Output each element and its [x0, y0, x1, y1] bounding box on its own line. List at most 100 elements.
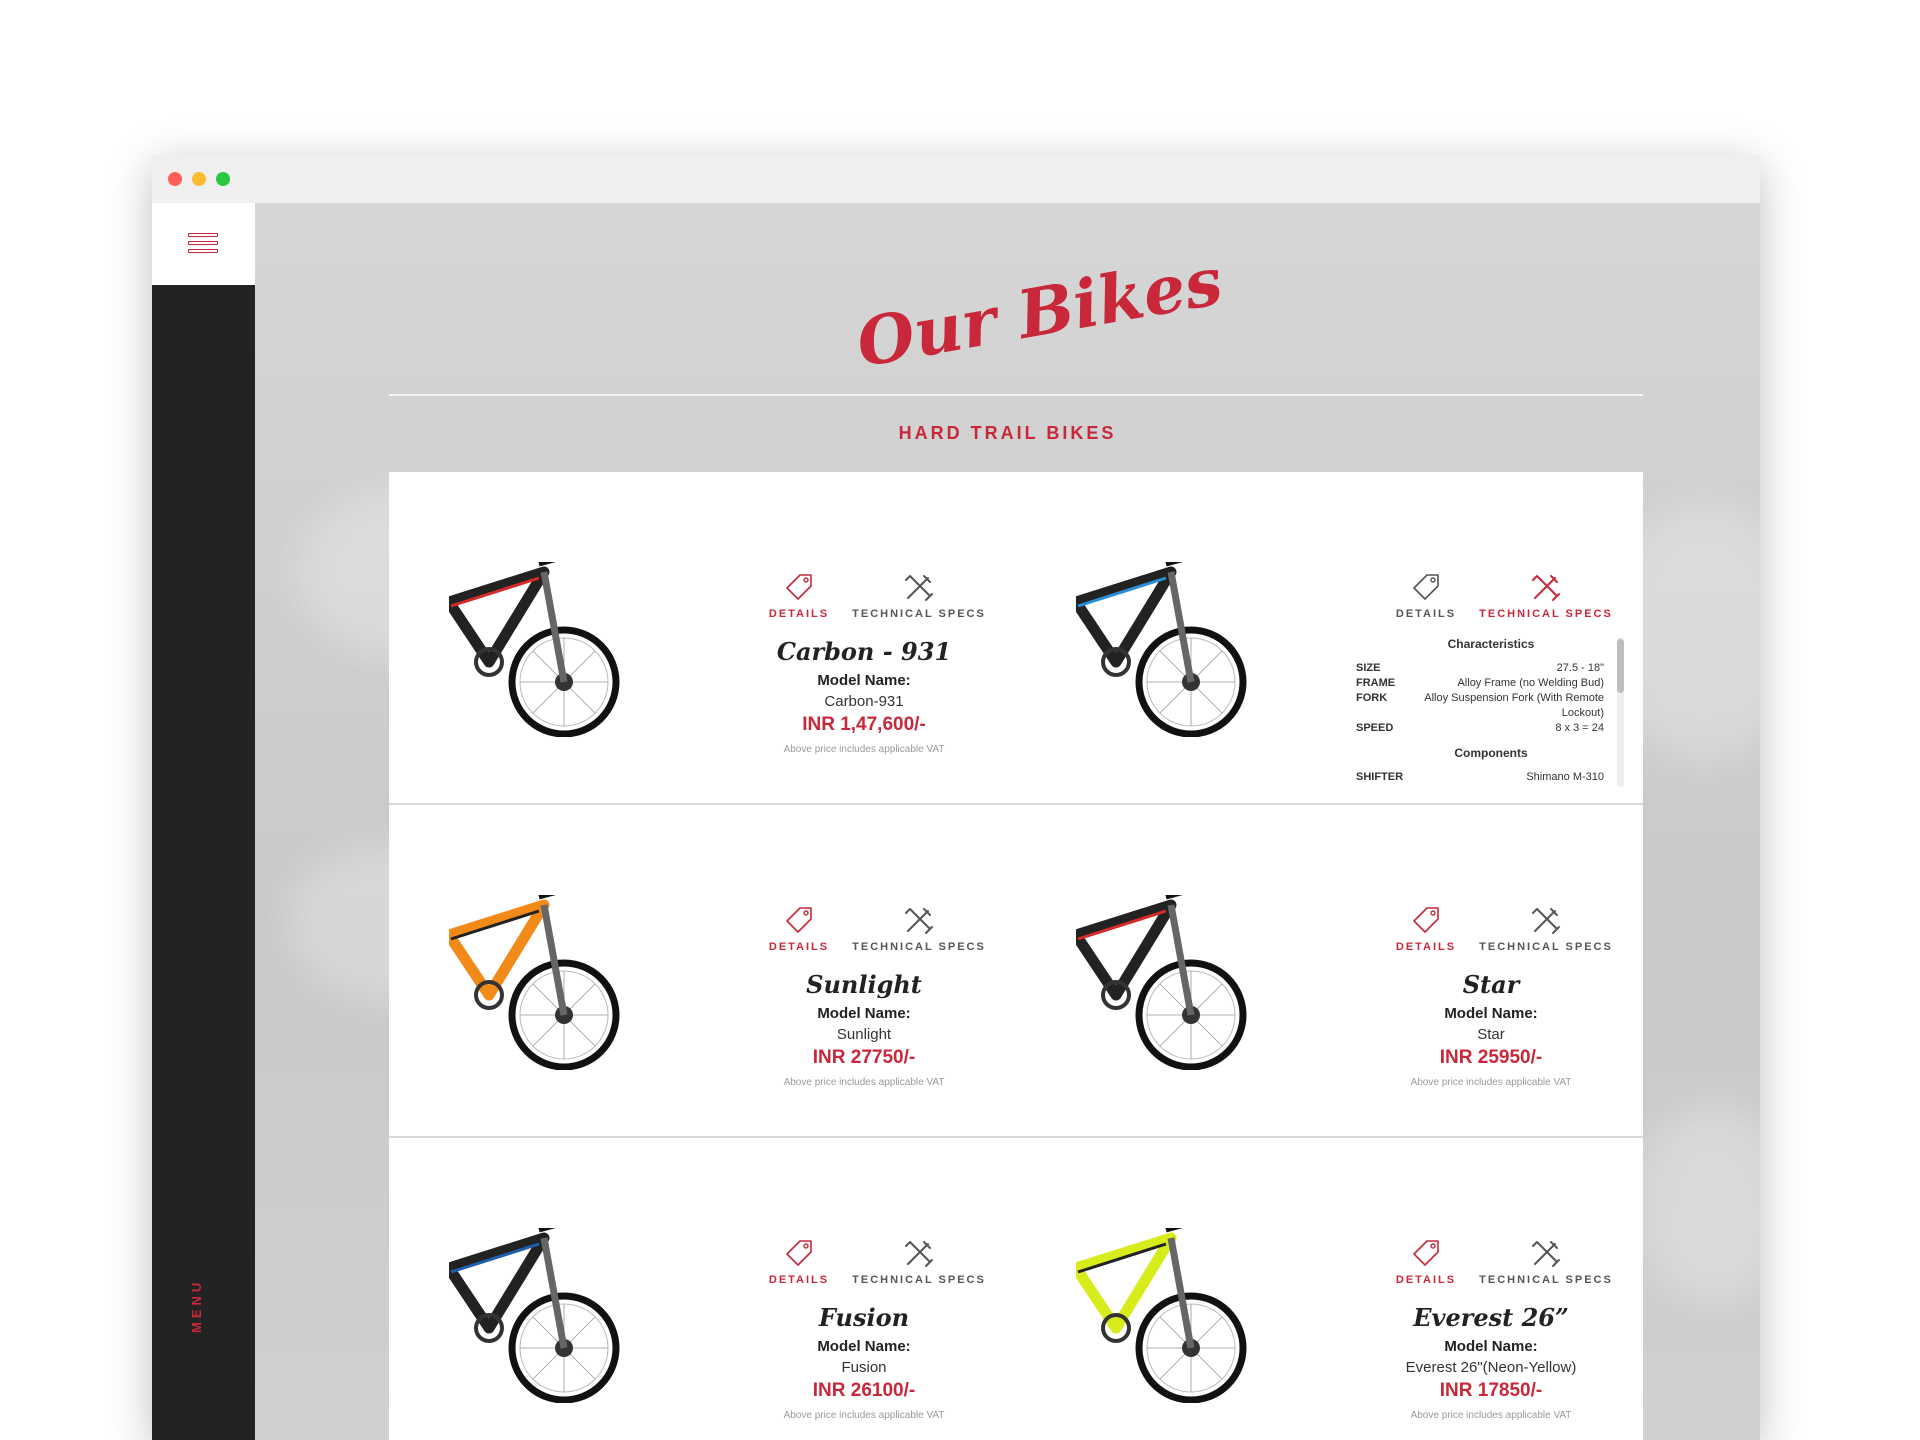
- bike-details: Star Model Name: Star INR 25950/- Above pric…: [1376, 970, 1606, 1088]
- tools-icon: [849, 572, 989, 602]
- bike-name: Carbon - 931: [776, 637, 952, 666]
- bike-tabs: DETAILS TECHNICAL SPECS: [1391, 1238, 1621, 1288]
- model-name-value: Everest 26"(Neon-Yellow): [1405, 1359, 1577, 1376]
- tab-specs-label: TECHNICAL SPECS: [852, 608, 986, 620]
- vat-note: Above price includes applicable VAT: [1410, 1077, 1572, 1088]
- tools-icon: [1476, 1238, 1616, 1268]
- bike-tabs: DETAILS TECHNICAL SPECS: [764, 1238, 994, 1288]
- tab-details-label: DETAILS: [1395, 941, 1457, 953]
- spec-key: SHIFTER: [1356, 771, 1404, 783]
- section-title: HARD TRAIL BIKES: [898, 423, 1117, 443]
- tab-details-label: DETAILS: [1395, 608, 1457, 620]
- bike-price: INR 27750/-: [812, 1047, 916, 1068]
- tab-details[interactable]: DETAILS: [1391, 1238, 1461, 1286]
- tab-details-label: DETAILS: [768, 1274, 830, 1286]
- tab-details[interactable]: DETAILS: [764, 1238, 834, 1286]
- tab-technical-specs[interactable]: TECHNICAL SPECS: [1476, 905, 1616, 953]
- specs-scroll-thumb[interactable]: [1617, 639, 1624, 693]
- model-name-label: Model Name:: [817, 1005, 911, 1022]
- bike-row: DETAILS TECHNICAL SPECS Sunlight Model Name…: [389, 805, 1643, 1138]
- spec-key: SIZE: [1356, 662, 1381, 674]
- tab-details[interactable]: DETAILS: [1391, 572, 1461, 620]
- bike-name: Sunlight: [806, 970, 922, 999]
- menu-label[interactable]: MENU: [189, 1273, 204, 1333]
- bike-name: Fusion: [818, 1303, 910, 1332]
- bike-price: INR 26100/-: [812, 1380, 916, 1401]
- bike-image[interactable]: [1070, 888, 1276, 1071]
- bike-grid: DETAILS TECHNICAL SPECS Carbon - 931 Model …: [389, 472, 1643, 1440]
- bike-row: DETAILS TECHNICAL SPECS Carbon - 931 Model …: [389, 472, 1643, 805]
- model-name-value: Star: [1477, 1026, 1505, 1043]
- bike-image[interactable]: [443, 888, 649, 1071]
- page-title: Our Bikes: [851, 241, 1228, 383]
- bike-details: Everest 26” Model Name: Everest 26"(Neon-Y…: [1376, 1303, 1606, 1421]
- spec-value: 27.5 - 18": [1556, 662, 1604, 674]
- tab-specs-label: TECHNICAL SPECS: [1479, 608, 1613, 620]
- menu-toggle-button[interactable]: [152, 203, 255, 285]
- bike-tabs: DETAILS TECHNICAL SPECS: [1391, 572, 1621, 622]
- bike-card: DETAILS TECHNICAL SPECS Sunlight Model Name…: [389, 805, 1016, 1138]
- tab-details[interactable]: DETAILS: [764, 905, 834, 953]
- bike-tabs: DETAILS TECHNICAL SPECS: [764, 572, 994, 622]
- bike-card: DETAILS TECHNICAL SPECS Fusion Model Name: F…: [389, 1138, 1016, 1440]
- bike-image[interactable]: [443, 1221, 649, 1404]
- minimize-window-button[interactable]: [192, 172, 206, 186]
- bike-card: DETAILS TECHNICAL SPECS Characteristics SIZ…: [1016, 472, 1643, 805]
- bike-price: INR 25950/-: [1439, 1047, 1543, 1068]
- price-tag-icon: [1391, 572, 1461, 602]
- bike-image[interactable]: [1070, 1221, 1276, 1404]
- tab-details-label: DETAILS: [1395, 1274, 1457, 1286]
- tab-technical-specs[interactable]: TECHNICAL SPECS: [849, 1238, 989, 1286]
- spec-key: SPEED: [1356, 722, 1394, 734]
- spec-value: Alloy Suspension Fork (With Remote Locko…: [1424, 692, 1604, 719]
- tab-technical-specs[interactable]: TECHNICAL SPECS: [849, 572, 989, 620]
- bike-price: INR 17850/-: [1439, 1380, 1543, 1401]
- tools-icon: [849, 1238, 989, 1268]
- spec-row: FRAME Alloy Frame (no Welding Bud): [1356, 676, 1626, 691]
- maximize-window-button[interactable]: [216, 172, 230, 186]
- model-name-value: Carbon-931: [824, 693, 904, 710]
- spec-key: FORK: [1356, 692, 1388, 704]
- vat-note: Above price includes applicable VAT: [783, 1077, 945, 1088]
- model-name-label: Model Name:: [1444, 1338, 1538, 1355]
- model-name-value: Fusion: [841, 1359, 887, 1376]
- tab-specs-label: TECHNICAL SPECS: [852, 1274, 986, 1286]
- model-name-label: Model Name:: [817, 672, 911, 689]
- spec-value: Alloy Frame (no Welding Bud): [1457, 677, 1604, 689]
- bike-tabs: DETAILS TECHNICAL SPECS: [764, 905, 994, 955]
- bike-row: DETAILS TECHNICAL SPECS Fusion Model Name: F…: [389, 1138, 1643, 1440]
- tools-icon: [1476, 572, 1616, 602]
- tab-details-label: DETAILS: [768, 941, 830, 953]
- spec-row: SPEED 8 x 3 = 24: [1356, 721, 1626, 736]
- tab-details-label: DETAILS: [768, 608, 830, 620]
- bike-image[interactable]: [1070, 555, 1276, 738]
- sidebar: MENU: [152, 203, 255, 1440]
- technical-specs-panel[interactable]: Characteristics SIZE 27.5 - 18" FRAME Alloy …: [1356, 637, 1626, 787]
- spec-value: 8 x 3 = 24: [1555, 722, 1604, 734]
- vat-note: Above price includes applicable VAT: [783, 1410, 945, 1421]
- main-content: Our Bikes HARD TRAIL BIKES DETAILS TECHNI…: [255, 203, 1760, 1440]
- divider: [389, 394, 1643, 396]
- model-name-label: Model Name:: [817, 1338, 911, 1355]
- tab-specs-label: TECHNICAL SPECS: [1479, 1274, 1613, 1286]
- bike-details: Sunlight Model Name: Sunlight INR 27750/- Ab…: [749, 970, 979, 1088]
- tab-technical-specs[interactable]: TECHNICAL SPECS: [1476, 1238, 1616, 1286]
- bike-details: Fusion Model Name: Fusion INR 26100/- Above …: [749, 1303, 979, 1421]
- close-window-button[interactable]: [168, 172, 182, 186]
- spec-row: FORK Alloy Suspension Fork (With Remote L…: [1356, 691, 1626, 721]
- price-tag-icon: [764, 905, 834, 935]
- vat-note: Above price includes applicable VAT: [783, 744, 945, 755]
- tab-details[interactable]: DETAILS: [764, 572, 834, 620]
- components-heading: Components: [1454, 746, 1528, 760]
- tab-technical-specs[interactable]: TECHNICAL SPECS: [849, 905, 989, 953]
- bike-card: DETAILS TECHNICAL SPECS Carbon - 931 Model …: [389, 472, 1016, 805]
- price-tag-icon: [764, 1238, 834, 1268]
- hamburger-icon: [188, 233, 218, 255]
- tab-details[interactable]: DETAILS: [1391, 905, 1461, 953]
- bike-name: Star: [1462, 970, 1520, 999]
- tab-technical-specs[interactable]: TECHNICAL SPECS: [1476, 572, 1616, 620]
- bike-name: Everest 26”: [1413, 1303, 1569, 1332]
- vat-note: Above price includes applicable VAT: [1410, 1410, 1572, 1421]
- tab-specs-label: TECHNICAL SPECS: [1479, 941, 1613, 953]
- bike-image[interactable]: [443, 555, 649, 738]
